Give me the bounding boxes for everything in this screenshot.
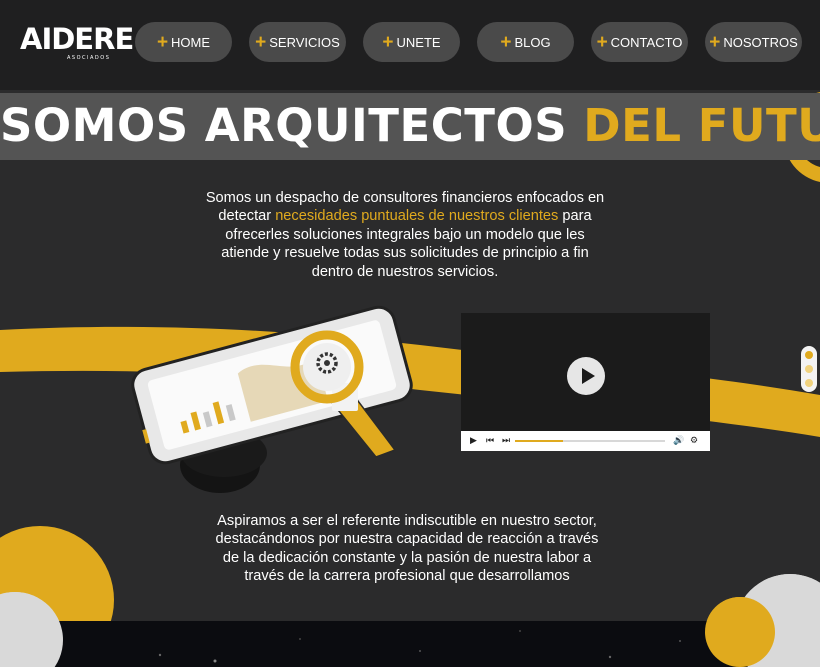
page: AIDERE ASOCIADOS + HOME + SERVICIOS + UN… bbox=[0, 0, 820, 667]
grey-circle-bottom-left-overlap bbox=[0, 592, 63, 667]
foreground-circles bbox=[0, 574, 820, 667]
yellow-circle-bottom-right-overlap bbox=[705, 597, 775, 667]
